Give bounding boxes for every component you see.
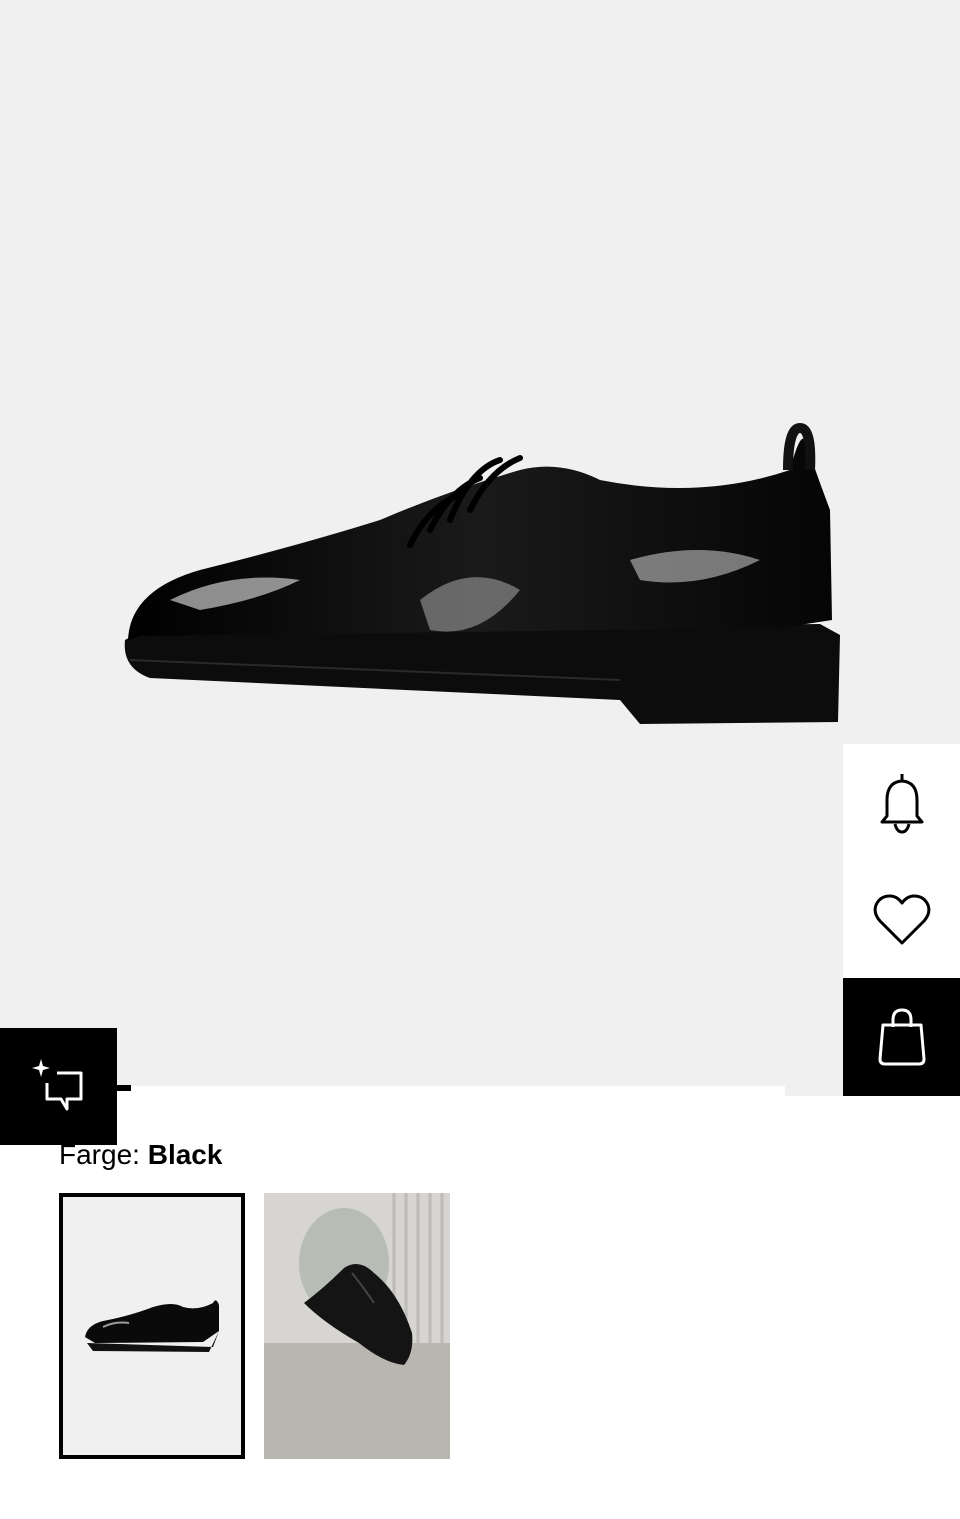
- thumbnail-lifestyle[interactable]: [264, 1193, 450, 1459]
- gallery-progress-indicator: [117, 1085, 131, 1091]
- sparkle-chat-icon: [31, 1058, 82, 1110]
- shopping-bag-icon: [878, 1008, 925, 1066]
- wishlist-button[interactable]: [843, 861, 960, 978]
- color-value: Black: [147, 1139, 223, 1170]
- notify-button[interactable]: [843, 744, 960, 861]
- gallery-progress-track: [117, 1086, 785, 1098]
- product-action-bar: [843, 744, 960, 1096]
- ai-assistant-button[interactable]: [0, 1028, 117, 1145]
- add-to-bag-button[interactable]: [843, 978, 960, 1096]
- thumbnail-lifestyle-image: [264, 1193, 450, 1459]
- heart-icon: [873, 894, 930, 944]
- thumbnail-packshot[interactable]: [59, 1193, 245, 1459]
- color-label: Farge:: [59, 1139, 140, 1170]
- product-image-gallery[interactable]: [0, 0, 960, 1098]
- thumbnail-packshot-image: [63, 1197, 241, 1455]
- product-main-image: [124, 422, 841, 724]
- color-selection-label: Farge: Black: [59, 1138, 222, 1172]
- bell-icon: [880, 773, 923, 834]
